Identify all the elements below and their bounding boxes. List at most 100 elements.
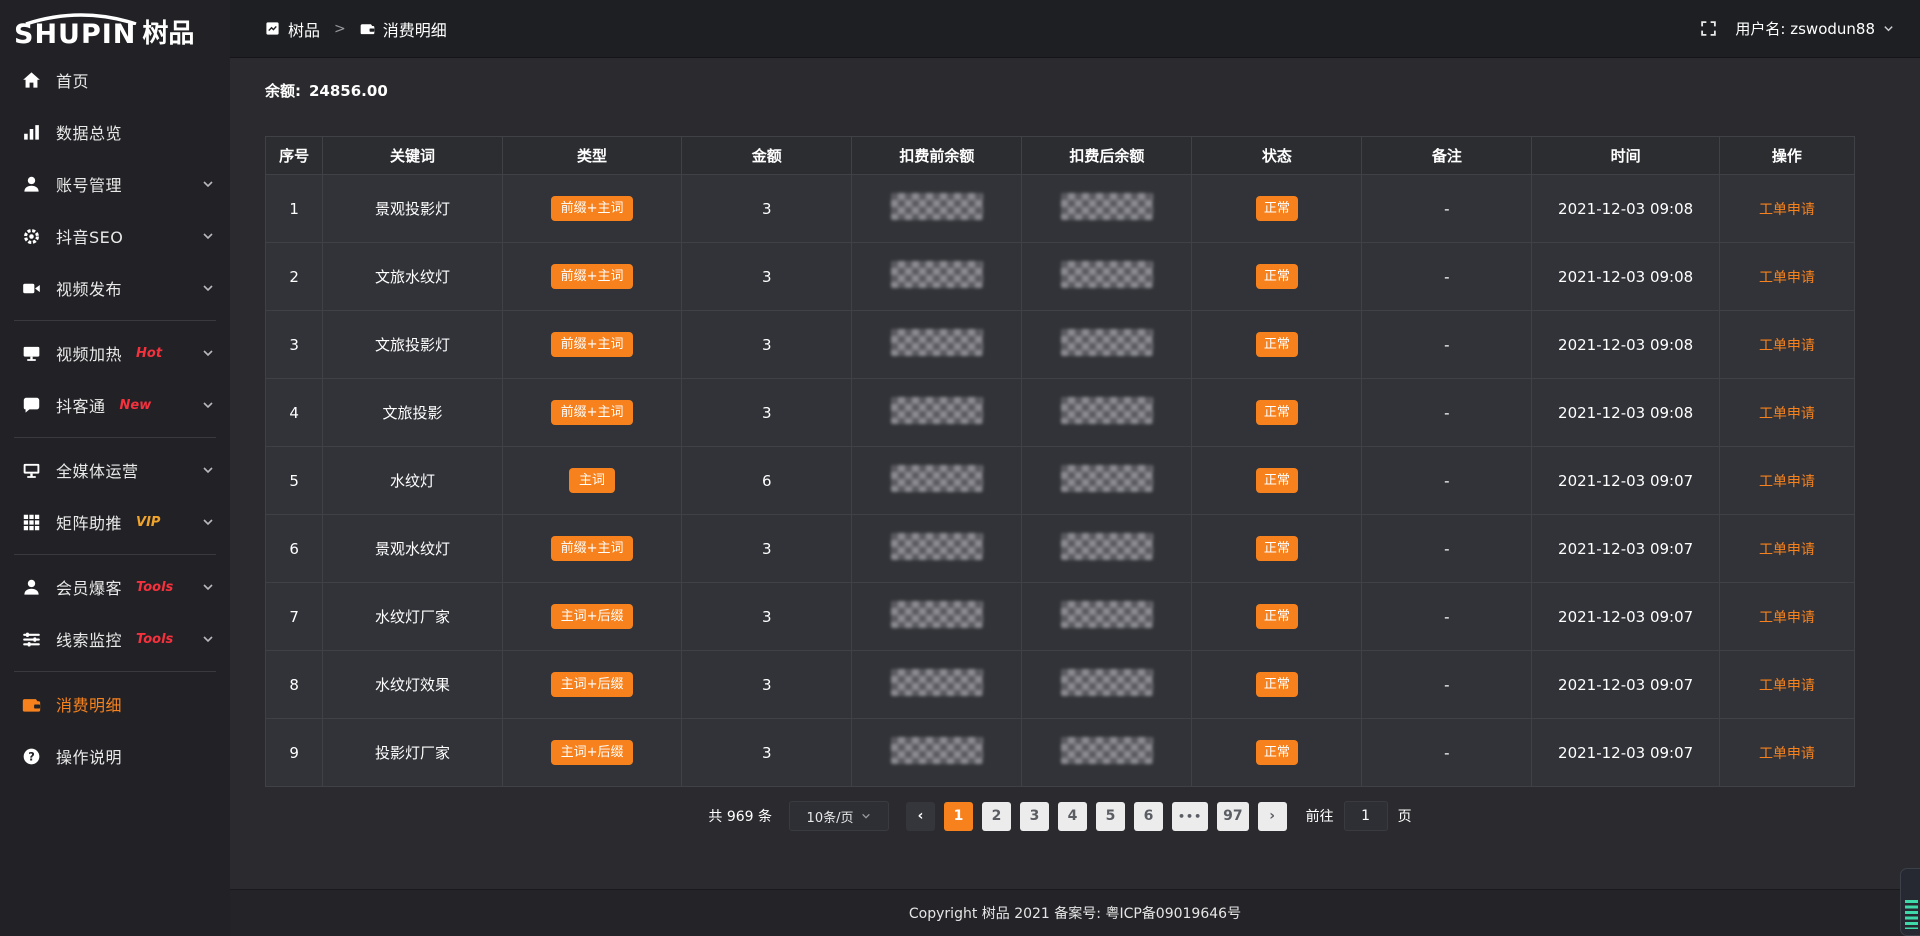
masked-balance-after: [1061, 737, 1153, 764]
masked-balance-before: [891, 533, 983, 560]
chevron-down-icon: [861, 811, 871, 821]
time-cell: 2021-12-03 09:08: [1558, 336, 1693, 354]
sidebar-item-video-heat[interactable]: 视频加热 Hot: [0, 327, 230, 379]
sidebar-item-home[interactable]: 首页: [0, 54, 230, 106]
column-header: 扣费前余额: [852, 137, 1022, 175]
next-page-button[interactable]: ›: [1258, 802, 1287, 831]
sidebar-divider: [14, 554, 216, 555]
page-button-97[interactable]: 97: [1217, 802, 1248, 831]
sidebar-item-data-overview[interactable]: 数据总览: [0, 106, 230, 158]
remark-cell: -: [1444, 744, 1449, 762]
ticket-apply-link[interactable]: 工单申请: [1759, 270, 1815, 286]
amount-cell: 3: [762, 676, 772, 694]
username-label: 用户名: zswodun88: [1735, 18, 1875, 39]
floating-widget[interactable]: [1900, 868, 1920, 936]
amount-cell: 3: [762, 540, 772, 558]
ticket-apply-link[interactable]: 工单申请: [1759, 202, 1815, 218]
goto-page-input[interactable]: [1344, 801, 1388, 831]
wallet-icon: [360, 21, 375, 36]
type-badge: 前缀+主词: [551, 332, 634, 357]
sidebar-item-video-publish[interactable]: 视频发布: [0, 262, 230, 314]
status-badge: 正常: [1256, 604, 1298, 629]
time-cell: 2021-12-03 09:07: [1558, 608, 1693, 626]
masked-balance-before: [891, 261, 983, 288]
page-size-select[interactable]: 10条/页: [789, 801, 889, 831]
page-button-5[interactable]: 5: [1096, 802, 1125, 831]
breadcrumb-root[interactable]: 树品: [288, 17, 320, 41]
fullscreen-icon[interactable]: [1700, 20, 1717, 37]
ticket-apply-link[interactable]: 工单申请: [1759, 542, 1815, 558]
ticket-apply-link[interactable]: 工单申请: [1759, 746, 1815, 762]
keyword-cell: 文旅投影灯: [375, 336, 450, 354]
time-cell: 2021-12-03 09:07: [1558, 744, 1693, 762]
column-header: 状态: [1192, 137, 1362, 175]
keyword-cell: 水纹灯效果: [375, 676, 450, 694]
remark-cell: -: [1444, 336, 1449, 354]
monitor-icon: [22, 461, 41, 480]
page-button-4[interactable]: 4: [1058, 802, 1087, 831]
logo-arc: [20, 13, 142, 25]
keyword-cell: 水纹灯厂家: [375, 608, 450, 626]
type-badge: 前缀+主词: [551, 196, 634, 221]
user-dropdown[interactable]: 用户名: zswodun88: [1735, 18, 1894, 39]
page-button-2[interactable]: 2: [982, 802, 1011, 831]
ticket-apply-link[interactable]: 工单申请: [1759, 474, 1815, 490]
copyright-text: Copyright 树品 2021 备案号: 粤ICP备09019646号: [909, 903, 1241, 923]
table-row: 1 景观投影灯 前缀+主词 3 正常 - 2021-12-03 09:08 工单…: [266, 175, 1855, 243]
ticket-apply-link[interactable]: 工单申请: [1759, 610, 1815, 626]
masked-balance-after: [1061, 261, 1153, 288]
ticket-apply-link[interactable]: 工单申请: [1759, 406, 1815, 422]
row-index: 8: [289, 676, 299, 694]
status-badge: 正常: [1256, 400, 1298, 425]
table-row: 3 文旅投影灯 前缀+主词 3 正常 - 2021-12-03 09:08 工单…: [266, 311, 1855, 379]
row-index: 9: [289, 744, 299, 762]
sidebar-item-member-baoke[interactable]: 会员爆客 Tools: [0, 561, 230, 613]
status-badge: 正常: [1256, 740, 1298, 765]
page-button-6[interactable]: 6: [1134, 802, 1163, 831]
menu-badge: Tools: [136, 632, 173, 647]
page-size-value: 10条/页: [807, 807, 854, 826]
row-index: 4: [289, 404, 299, 422]
prev-page-button[interactable]: ‹: [906, 802, 935, 831]
page-button-1[interactable]: 1: [944, 802, 973, 831]
display-icon: [22, 344, 41, 363]
sidebar-item-douyin-seo[interactable]: 抖音SEO: [0, 210, 230, 262]
table-body: 1 景观投影灯 前缀+主词 3 正常 - 2021-12-03 09:08 工单…: [266, 175, 1855, 787]
app-icon: [265, 21, 280, 36]
table-header-row: 序号关键词类型金额扣费前余额扣费后余额状态备注时间操作: [266, 137, 1855, 175]
sidebar-item-doukertong[interactable]: 抖客通 New: [0, 379, 230, 431]
table-row: 8 水纹灯效果 主词+后缀 3 正常 - 2021-12-03 09:07 工单…: [266, 651, 1855, 719]
goto-page: 前往 页: [1306, 801, 1412, 831]
sidebar-item-all-media[interactable]: 全媒体运营: [0, 444, 230, 496]
type-badge: 主词+后缀: [551, 604, 634, 629]
chevron-down-icon: [202, 516, 214, 528]
status-badge: 正常: [1256, 264, 1298, 289]
ticket-apply-link[interactable]: 工单申请: [1759, 678, 1815, 694]
remark-cell: -: [1444, 404, 1449, 422]
page-button-3[interactable]: 3: [1020, 802, 1049, 831]
row-index: 2: [289, 268, 299, 286]
chevron-down-icon: [1883, 23, 1894, 34]
more-pages-button[interactable]: •••: [1172, 802, 1208, 831]
sidebar-item-account-manage[interactable]: 账号管理: [0, 158, 230, 210]
sidebar-item-consume-detail[interactable]: 消费明细: [0, 678, 230, 730]
time-cell: 2021-12-03 09:07: [1558, 676, 1693, 694]
row-index: 6: [289, 540, 299, 558]
keyword-cell: 景观投影灯: [375, 200, 450, 218]
svg-text:?: ?: [28, 750, 35, 763]
type-badge: 主词+后缀: [551, 672, 634, 697]
masked-balance-before: [891, 669, 983, 696]
row-index: 5: [289, 472, 299, 490]
sidebar-item-clue-monitor[interactable]: 线索监控 Tools: [0, 613, 230, 665]
remark-cell: -: [1444, 676, 1449, 694]
remark-cell: -: [1444, 472, 1449, 490]
sidebar-item-matrix-boost[interactable]: 矩阵助推 VIP: [0, 496, 230, 548]
amount-cell: 3: [762, 608, 772, 626]
keyword-cell: 投影灯厂家: [375, 744, 450, 762]
masked-balance-before: [891, 329, 983, 356]
masked-balance-after: [1061, 669, 1153, 696]
sidebar-item-operation-guide[interactable]: ? 操作说明: [0, 730, 230, 782]
ticket-apply-link[interactable]: 工单申请: [1759, 338, 1815, 354]
sidebar-divider: [14, 671, 216, 672]
remark-cell: -: [1444, 608, 1449, 626]
